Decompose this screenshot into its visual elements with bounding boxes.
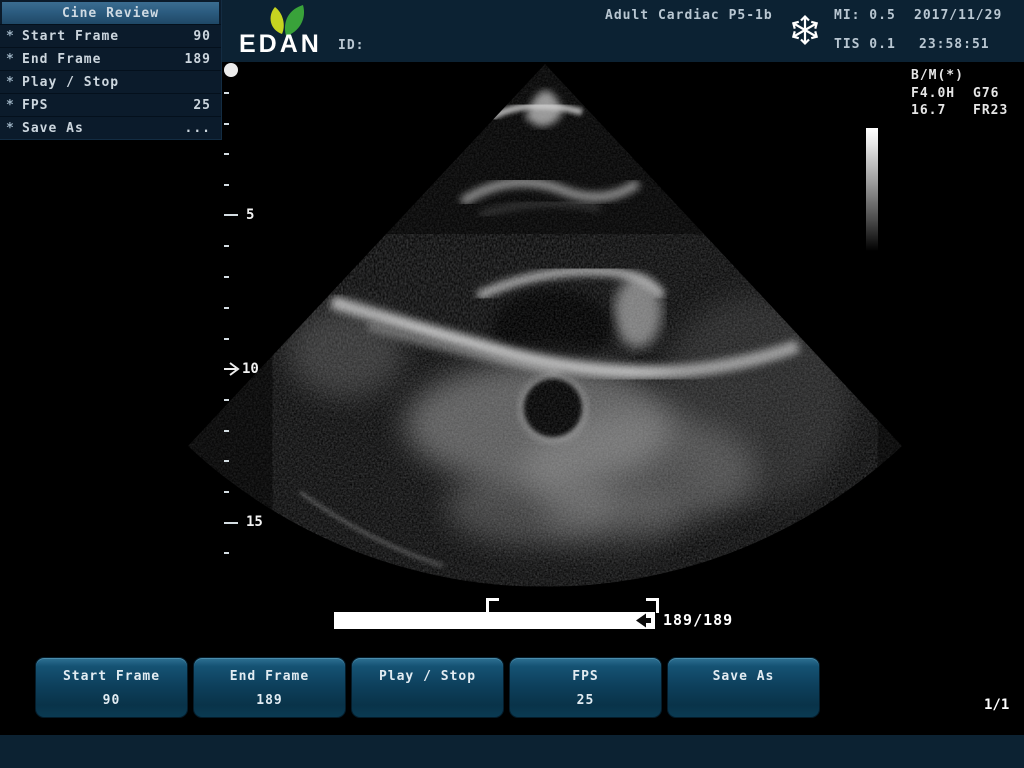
end-frame-marker (646, 598, 659, 613)
menu-item-play-stop[interactable]: * Play / Stop (0, 70, 221, 93)
button-value: 25 (577, 693, 595, 708)
menu-item-value: ... (185, 121, 211, 136)
preset-probe-label: Adult Cardiac P5-1b (605, 8, 773, 23)
play-stop-button[interactable]: Play / Stop (351, 657, 504, 718)
grayscale-bar (866, 128, 878, 251)
mi-value: MI: 0.5 (834, 8, 896, 23)
menu-item-fps[interactable]: * FPS 25 (0, 93, 221, 116)
knob-bullet: * (6, 29, 22, 44)
patient-id-label: ID: (338, 38, 364, 53)
tis-value: TIS 0.1 (834, 37, 896, 52)
depth-ruler (224, 93, 238, 553)
end-frame-button[interactable]: End Frame 189 (193, 657, 346, 718)
menu-item-value: 90 (193, 29, 211, 44)
start-frame-button[interactable]: Start Frame 90 (35, 657, 188, 718)
system-date: 2017/11/29 (914, 8, 1002, 23)
button-value: 189 (256, 693, 282, 708)
menu-item-end-frame[interactable]: * End Frame 189 (0, 47, 221, 70)
menu-title: Cine Review (2, 2, 219, 24)
button-value: 90 (103, 693, 121, 708)
freeze-snowflake-icon (788, 13, 822, 47)
frame-counter: 189/189 (663, 611, 733, 629)
knob-bullet: * (6, 75, 22, 90)
softkey-page-indicator: 1/1 (984, 697, 1009, 713)
gain-value: G76 (973, 86, 999, 101)
knob-bullet: * (6, 52, 22, 67)
depth-label-5: 5 (246, 207, 254, 223)
menu-item-start-frame[interactable]: * Start Frame 90 (0, 24, 221, 47)
ultrasound-screen: EDAN ID: Adult Cardiac P5-1b MI: 0.5 201… (0, 0, 1024, 768)
menu-item-value: 25 (193, 98, 211, 113)
cine-review-menu: Cine Review * Start Frame 90 * End Frame… (0, 0, 222, 140)
edan-logo: EDAN (239, 30, 322, 59)
menu-item-value: 189 (185, 52, 211, 67)
fps-button[interactable]: FPS 25 (509, 657, 662, 718)
system-time: 23:58:51 (919, 37, 990, 52)
depth-label-15: 15 (246, 514, 263, 530)
save-as-button[interactable]: Save As (667, 657, 820, 718)
cine-progress-bar[interactable] (334, 612, 655, 629)
depth-value: 16.7 (911, 103, 946, 118)
status-bar: Adult Cardiac (0, 735, 1024, 768)
start-frame-marker (486, 598, 499, 613)
frame-rate-value: FR23 (973, 103, 1008, 118)
depth-label-10: 10 (242, 361, 259, 377)
knob-bullet: * (6, 98, 22, 113)
frequency-value: F4.0H (911, 86, 955, 101)
cine-position-arrow-icon (636, 613, 653, 628)
knob-bullet: * (6, 121, 22, 136)
imaging-mode: B/M(*) (911, 68, 964, 83)
menu-item-save-as[interactable]: * Save As ... (0, 116, 221, 139)
probe-orientation-marker (224, 63, 238, 77)
focus-marker-icon (224, 363, 238, 375)
